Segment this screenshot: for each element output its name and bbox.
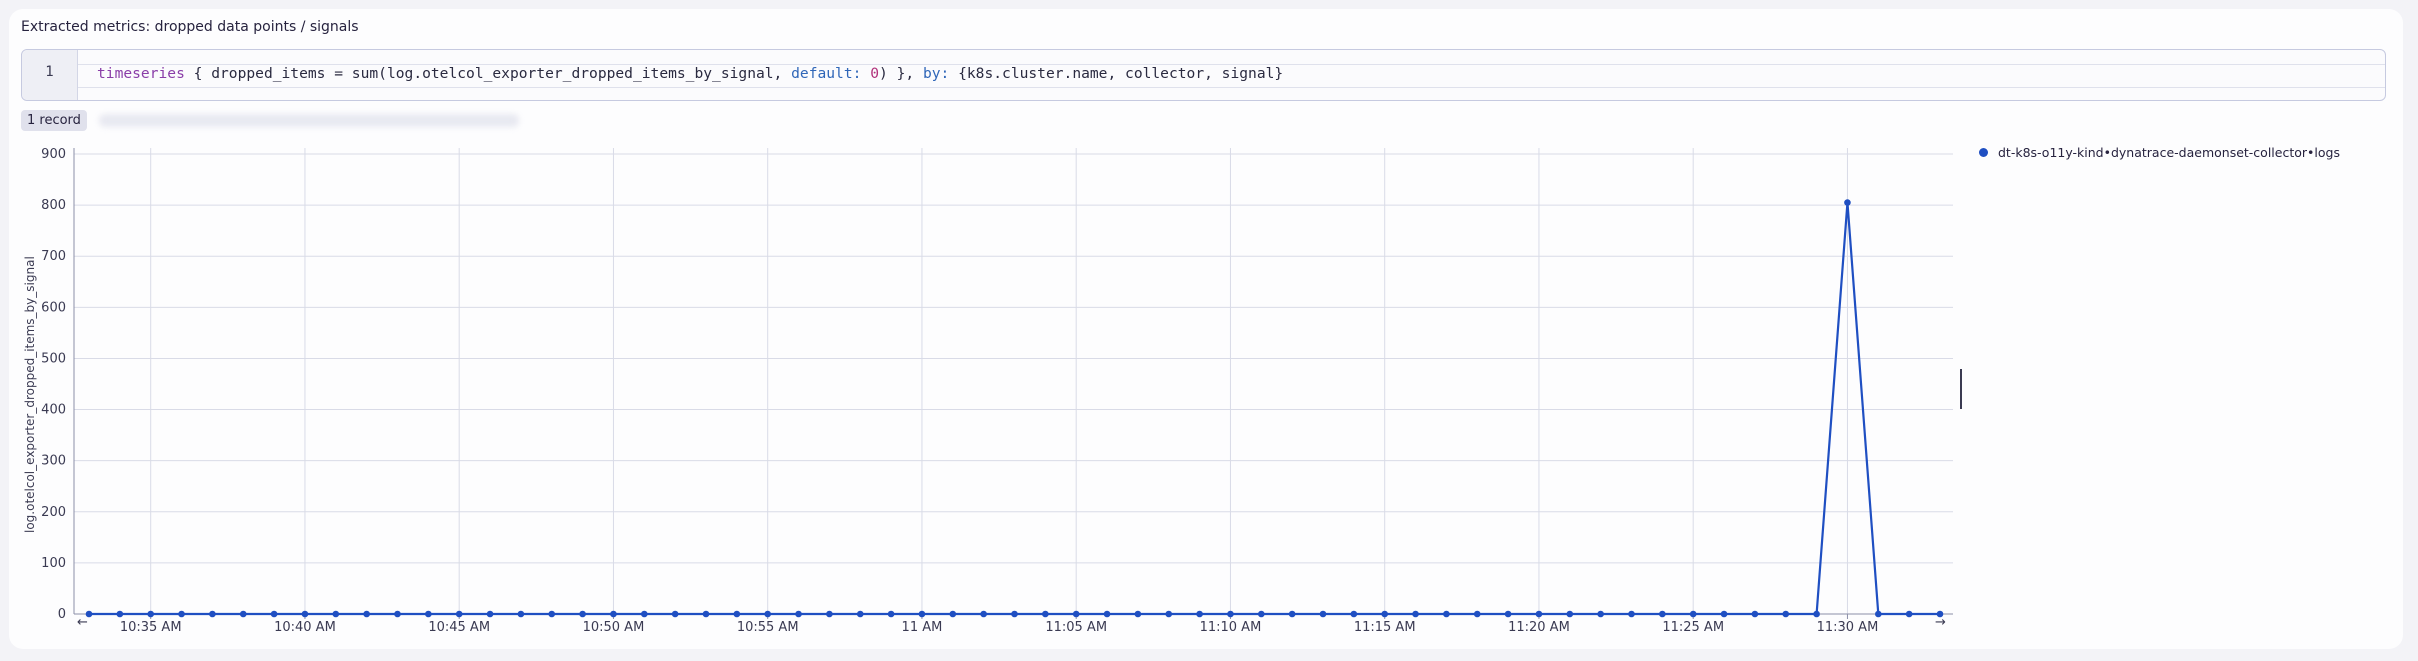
x-tick-label: 11:10 AM [1200, 620, 1262, 635]
data-point [826, 610, 833, 618]
y-tick-label: 800 [41, 198, 66, 213]
data-point [239, 610, 247, 618]
data-point [178, 610, 185, 618]
data-point [1165, 610, 1173, 618]
data-point [1011, 610, 1018, 618]
x-tick-label: 10:50 AM [583, 620, 645, 635]
data-point [1412, 610, 1419, 618]
data-point [1782, 610, 1790, 618]
chart-legend[interactable]: dt-k8s-o11y-kind•dynatrace-daemonset-col… [1979, 145, 2340, 160]
data-point [548, 610, 556, 618]
y-tick-label: 900 [41, 147, 66, 162]
data-point [1288, 610, 1296, 618]
data-point [1258, 610, 1265, 618]
data-point [1751, 610, 1759, 618]
x-tick-label: 11:05 AM [1045, 620, 1107, 635]
data-point [1042, 610, 1049, 618]
data-point [425, 610, 432, 618]
y-tick-label: 0 [58, 607, 66, 622]
data-point [887, 610, 895, 618]
y-tick-label: 100 [41, 556, 66, 571]
x-tick-label: 10:55 AM [737, 620, 799, 635]
data-point [1504, 610, 1512, 618]
y-tick-label: 600 [41, 300, 66, 315]
series-line [89, 201, 1940, 616]
data-point [610, 610, 617, 618]
pan-right-arrow-icon[interactable]: → [1935, 615, 1946, 630]
data-point [301, 610, 309, 618]
data-point [1659, 610, 1666, 618]
y-tick-label: 300 [41, 454, 66, 469]
x-tick-label: 10:45 AM [428, 620, 490, 635]
y-tick-label: 400 [41, 403, 66, 418]
data-point [1072, 610, 1080, 618]
data-point [209, 610, 216, 618]
line-chart: 0 100 200 300 400 500 600 700 800 900 10:35 AM 10:4… [41, 147, 1953, 635]
data-point [980, 610, 987, 618]
y-axis-label: log.otelcol_exporter_dropped_items_by_si… [23, 256, 37, 533]
data-point [1196, 610, 1203, 618]
data-point [363, 610, 370, 618]
data-point [1875, 610, 1882, 618]
x-tick-label: 11:30 AM [1817, 620, 1879, 635]
data-point [641, 610, 648, 618]
data-point [733, 610, 741, 618]
pan-left-arrow-icon[interactable]: ← [77, 615, 88, 630]
data-point [1597, 610, 1604, 618]
x-tick-label: 10:35 AM [120, 620, 182, 635]
data-point [1844, 199, 1851, 206]
x-tick-label: 11:25 AM [1662, 620, 1724, 635]
x-tick-label: 11 AM [902, 620, 943, 635]
data-point [1566, 610, 1574, 618]
data-point [1689, 610, 1697, 618]
data-point [795, 610, 802, 618]
data-point [1443, 610, 1450, 618]
data-point [1134, 610, 1142, 618]
data-point [856, 610, 864, 618]
x-tick-label: 11:15 AM [1354, 620, 1416, 635]
data-point [147, 610, 154, 618]
data-point [671, 610, 679, 618]
y-tick-label: 200 [41, 505, 66, 520]
x-tick-label: 10:40 AM [274, 620, 336, 635]
data-point [1813, 610, 1820, 618]
data-point [116, 610, 124, 618]
data-point [1628, 610, 1635, 618]
data-point [1473, 610, 1481, 618]
data-point [579, 610, 586, 618]
data-point [394, 610, 401, 618]
data-point [918, 610, 926, 618]
data-point [1227, 610, 1234, 618]
data-point [455, 610, 463, 618]
data-point [486, 610, 494, 618]
data-point [1535, 610, 1543, 618]
x-tick-label: 11:20 AM [1508, 620, 1570, 635]
legend-series-marker [1979, 148, 1988, 157]
data-point [702, 610, 710, 618]
legend-series-label: dt-k8s-o11y-kind•dynatrace-daemonset-col… [1998, 145, 2340, 160]
data-point [1319, 610, 1327, 618]
data-point [1103, 610, 1111, 618]
y-tick-label: 700 [41, 249, 66, 264]
legend-resize-handle[interactable] [1960, 369, 1962, 409]
data-point [1905, 610, 1913, 618]
data-point [1720, 610, 1728, 618]
data-point [1381, 610, 1388, 618]
data-point [332, 610, 340, 618]
data-point [517, 610, 525, 618]
y-tick-label: 500 [41, 351, 66, 366]
data-point [764, 610, 771, 618]
data-point [270, 610, 278, 618]
data-point [949, 610, 957, 618]
data-point [1350, 610, 1358, 618]
